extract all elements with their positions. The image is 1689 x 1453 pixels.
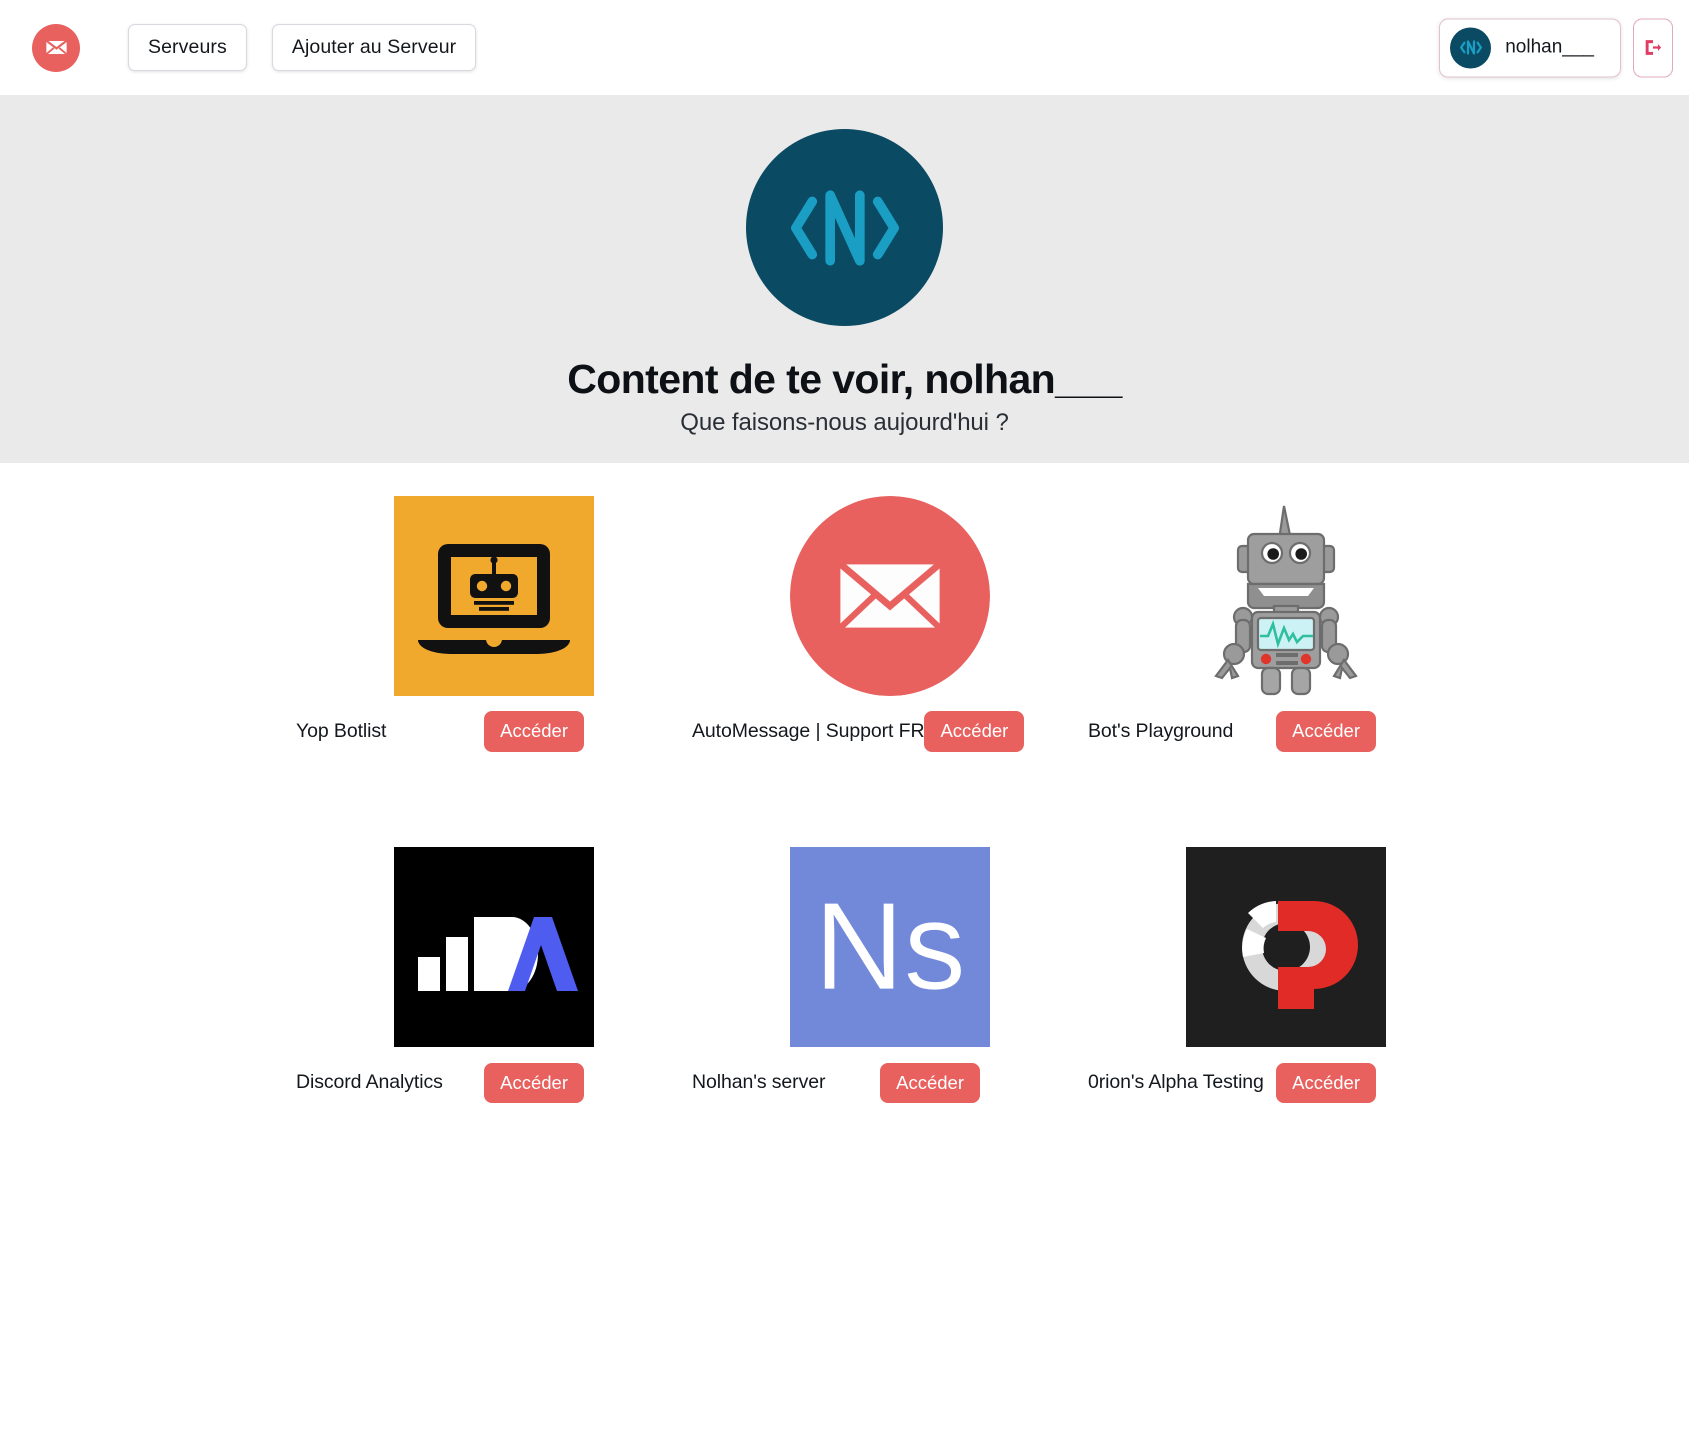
server-name: Bot's Playground bbox=[1088, 719, 1234, 742]
access-button[interactable]: Accéder bbox=[1276, 1062, 1376, 1103]
server-card[interactable]: Ns Nolhan's server Accéder bbox=[692, 845, 1088, 1103]
hero-logo-icon bbox=[746, 129, 943, 326]
primary-nav: Serveurs Ajouter au Serveur bbox=[128, 23, 477, 72]
bots-playground-icon bbox=[1186, 496, 1386, 696]
orion-alpha-icon bbox=[1186, 847, 1386, 1047]
hero-banner: Content de te voir, nolhan___ Que faison… bbox=[0, 95, 1689, 463]
access-button[interactable]: Accéder bbox=[880, 1062, 980, 1103]
server-card-footer: Yop Botlist Accéder bbox=[296, 711, 692, 752]
access-button[interactable]: Accéder bbox=[924, 711, 1025, 752]
automessage-icon bbox=[790, 495, 990, 696]
nolhan-server-icon: Ns bbox=[790, 847, 990, 1047]
server-thumbnail-wrap bbox=[296, 493, 692, 698]
server-name: Yop Botlist bbox=[296, 719, 387, 742]
brand-envelope-icon[interactable] bbox=[32, 23, 80, 72]
server-name: AutoMessage | Support FR bbox=[692, 719, 925, 742]
yop-botlist-icon bbox=[394, 495, 594, 696]
access-button[interactable]: Accéder bbox=[484, 711, 584, 752]
page-subtitle: Que faisons-nous aujourd'hui ? bbox=[680, 409, 1009, 436]
svg-text:Ns: Ns bbox=[814, 878, 966, 1016]
discord-analytics-icon bbox=[394, 847, 594, 1047]
server-card[interactable]: 0rion's Alpha Testing Accéder bbox=[1088, 845, 1484, 1103]
server-card[interactable]: Yop Botlist Accéder bbox=[296, 493, 692, 752]
nav-button-add-to-server[interactable]: Ajouter au Serveur bbox=[271, 23, 477, 72]
server-thumbnail-wrap bbox=[692, 493, 1088, 698]
access-button[interactable]: Accéder bbox=[1276, 711, 1376, 752]
user-name-label: nolhan___ bbox=[1505, 36, 1594, 58]
server-card-footer: AutoMessage | Support FR Accéder bbox=[692, 711, 1088, 752]
server-card-footer: Nolhan's server Accéder bbox=[692, 1062, 1088, 1103]
server-card[interactable]: Discord Analytics Accéder bbox=[296, 845, 692, 1103]
server-card[interactable]: Bot's Playground Accéder bbox=[1088, 493, 1484, 752]
server-card-footer: Bot's Playground Accéder bbox=[1088, 711, 1484, 752]
server-thumbnail-wrap: Ns bbox=[692, 845, 1088, 1050]
server-card[interactable]: AutoMessage | Support FR Accéder bbox=[692, 493, 1088, 752]
top-navigation-bar: Serveurs Ajouter au Serveur nolhan___ bbox=[0, 0, 1689, 95]
nav-button-servers[interactable]: Serveurs bbox=[128, 23, 247, 72]
access-button[interactable]: Accéder bbox=[484, 1062, 584, 1103]
server-grid: Yop Botlist Accéder AutoMessage | Suppor… bbox=[296, 463, 1689, 1103]
server-name: Nolhan's server bbox=[692, 1071, 826, 1094]
avatar bbox=[1450, 27, 1492, 68]
logout-button[interactable] bbox=[1633, 18, 1673, 77]
server-name: 0rion's Alpha Testing bbox=[1088, 1071, 1264, 1094]
server-thumbnail-wrap bbox=[1088, 845, 1484, 1050]
page-title: Content de te voir, nolhan___ bbox=[567, 356, 1122, 402]
server-thumbnail-wrap bbox=[296, 845, 692, 1050]
server-name: Discord Analytics bbox=[296, 1071, 443, 1094]
server-thumbnail-wrap bbox=[1088, 493, 1484, 698]
user-menu-chip[interactable]: nolhan___ bbox=[1439, 18, 1621, 77]
server-card-footer: 0rion's Alpha Testing Accéder bbox=[1088, 1062, 1484, 1103]
top-bar-right-cluster: nolhan___ bbox=[1439, 18, 1673, 77]
server-card-footer: Discord Analytics Accéder bbox=[296, 1062, 692, 1103]
